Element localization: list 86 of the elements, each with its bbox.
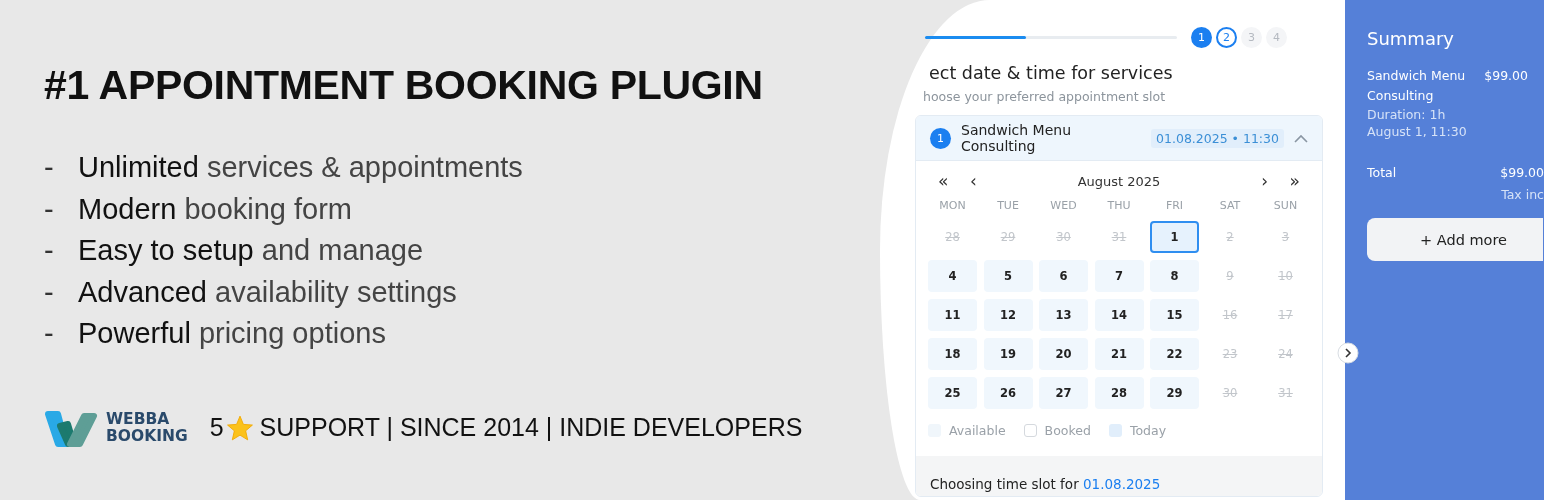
calendar-day: 23 xyxy=(1205,338,1255,370)
brand-name: BOOKING xyxy=(106,427,188,445)
calendar-day[interactable]: 27 xyxy=(1039,377,1088,409)
bullet-dash: - xyxy=(44,233,55,268)
calendar-day[interactable]: 19 xyxy=(983,338,1033,370)
chevron-right-icon[interactable] xyxy=(1337,342,1359,364)
bullet-dash: - xyxy=(44,191,55,227)
month-label: August 2025 xyxy=(1076,173,1162,189)
calendar-day: 28 xyxy=(928,221,977,253)
service-name: Sandwich Menu Consulting xyxy=(961,122,1073,154)
feature-text: Unlimited services & appointments xyxy=(78,150,523,185)
calendar-day[interactable]: 22 xyxy=(1150,338,1199,370)
calendar-day: 17 xyxy=(1261,299,1310,331)
step-indicator[interactable]: 2 xyxy=(1216,27,1237,48)
item-name: Sandwich Menu Consulting xyxy=(1367,67,1467,105)
time-slot-heading: Choosing time slot for 01.08.2025 xyxy=(930,476,1161,492)
calendar-day[interactable]: 7 xyxy=(1094,260,1144,292)
calendar-day[interactable]: 28 xyxy=(1094,377,1144,409)
last-month-button[interactable]: » xyxy=(1268,171,1300,191)
calendar-day[interactable]: 29 xyxy=(1150,377,1199,409)
first-month-button[interactable]: « xyxy=(938,171,970,191)
star-icon xyxy=(225,414,254,441)
feature-text: Modern booking form xyxy=(78,191,353,227)
weekday-label: THU xyxy=(1106,199,1132,212)
calendar-day[interactable]: 8 xyxy=(1150,260,1199,292)
legend-label: Booked xyxy=(1044,423,1091,438)
total-label: Total xyxy=(1367,164,1397,182)
calendar-day[interactable]: 5 xyxy=(983,260,1033,292)
calendar-day: 31 xyxy=(1094,221,1144,253)
legend-label: Available xyxy=(949,423,1006,438)
bullet-dash: - xyxy=(44,316,55,351)
calendar-day: 31 xyxy=(1261,377,1310,409)
feature-text: Powerful pricing options xyxy=(78,316,386,351)
calendar-day[interactable]: 21 xyxy=(1094,338,1144,370)
calendar-day[interactable]: 26 xyxy=(983,377,1033,409)
calendar-day: 3 xyxy=(1261,221,1310,253)
calendar-day: 10 xyxy=(1261,260,1310,292)
summary-title: Summary xyxy=(1367,28,1455,49)
calendar-day[interactable]: 11 xyxy=(928,299,977,331)
calendar-day: 9 xyxy=(1205,260,1255,292)
calendar-day[interactable]: 1 xyxy=(1150,221,1199,253)
weekday-label: WED xyxy=(1049,199,1078,212)
legend-label: Today xyxy=(1129,423,1167,438)
service-number: 1 xyxy=(930,127,951,149)
service-header[interactable]: 1 Sandwich Menu Consulting 01.08.2025 • 11:30 xyxy=(916,116,1322,161)
tax-note: Tax inc xyxy=(1500,187,1544,202)
calendar-day[interactable]: 6 xyxy=(1039,260,1088,292)
weekday-label: SUN xyxy=(1272,199,1299,212)
rating-number: 5 xyxy=(209,413,224,442)
item-price: $99.00 xyxy=(1484,67,1528,85)
tagline: SUPPORT | SINCE 2014 | INDIE DEVELOPERS xyxy=(259,413,803,442)
calendar-day: 30 xyxy=(1039,221,1088,253)
selected-slot: 01.08.2025 • 11:30 xyxy=(1151,128,1284,148)
bullet-dash: - xyxy=(44,150,55,185)
calendar-day[interactable]: 14 xyxy=(1094,299,1144,331)
prev-month-button[interactable]: ‹ xyxy=(970,171,1002,191)
calendar-day[interactable]: 25 xyxy=(928,377,977,409)
calendar-day[interactable]: 12 xyxy=(983,299,1033,331)
feature-text: Advanced availability settings xyxy=(78,274,457,310)
calendar-day: 29 xyxy=(983,221,1033,253)
calendar-day: 2 xyxy=(1205,221,1255,253)
total-price: $99.00 xyxy=(1500,164,1544,182)
calendar-day: 16 xyxy=(1205,299,1255,331)
item-date: August 1, 11:30 xyxy=(1367,123,1468,140)
weekday-label: MON xyxy=(938,199,967,212)
item-duration: Duration: 1h xyxy=(1367,106,1447,123)
headline: #1 APPOINTMENT BOOKING PLUGIN xyxy=(44,62,764,109)
weekday-label: FRI xyxy=(1164,199,1185,212)
feature-text: Easy to setup and manage xyxy=(78,233,424,268)
calendar-day: 24 xyxy=(1261,338,1310,370)
weekday-label: TUE xyxy=(996,199,1020,212)
calendar-day: 30 xyxy=(1205,377,1255,409)
brand-name: WEBBA xyxy=(106,410,171,428)
calendar-day[interactable]: 13 xyxy=(1039,299,1088,331)
form-subtitle: hoose your preferred appointment slot xyxy=(922,89,1167,104)
weekday-label: SAT xyxy=(1218,199,1242,212)
calendar-day[interactable]: 15 xyxy=(1150,299,1199,331)
calendar-day[interactable]: 20 xyxy=(1039,338,1088,370)
next-month-button[interactable]: › xyxy=(1236,171,1268,191)
step-indicator[interactable]: 1 xyxy=(1191,27,1212,48)
form-title: ect date & time for services xyxy=(928,63,1174,83)
calendar-day[interactable]: 4 xyxy=(928,260,977,292)
add-more-button[interactable]: + Add more xyxy=(1367,218,1543,261)
calendar-day[interactable]: 18 xyxy=(928,338,977,370)
bullet-dash: - xyxy=(44,274,55,310)
chevron-icon[interactable] xyxy=(1294,133,1308,143)
